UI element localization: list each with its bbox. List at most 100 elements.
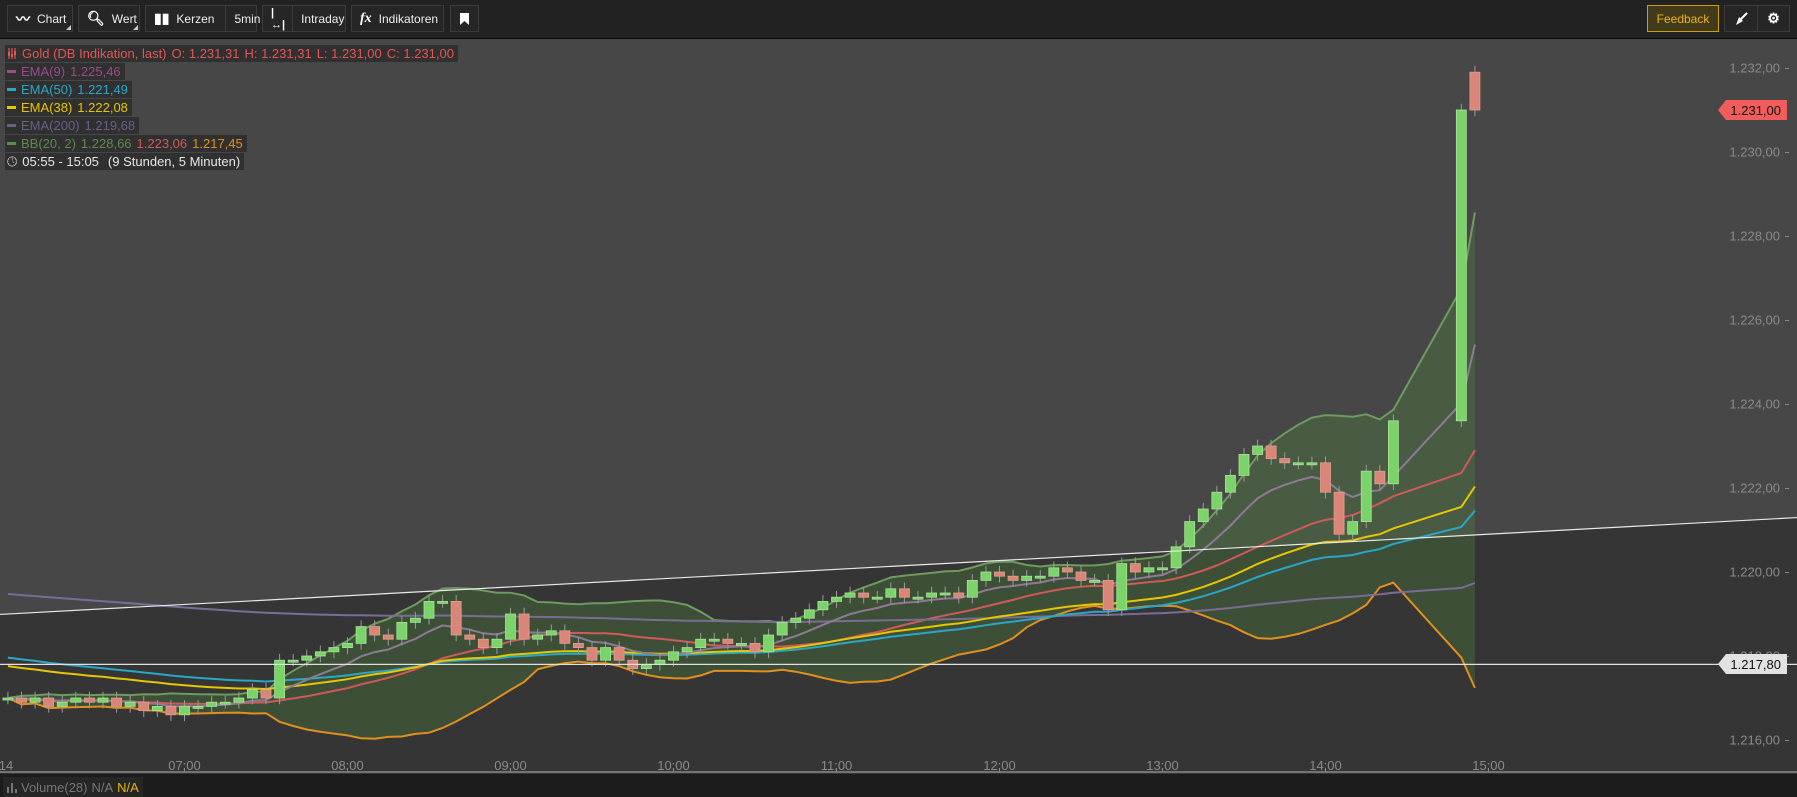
candle xyxy=(776,622,788,636)
ema9-swatch xyxy=(7,70,16,73)
bb-lower-value: 1.217,45 xyxy=(192,136,243,151)
range-button[interactable]: |↔| Intraday xyxy=(262,5,346,32)
indikatoren-button[interactable]: fx Indikatoren xyxy=(351,5,444,32)
candle xyxy=(396,622,408,640)
wert-label: Wert xyxy=(111,11,137,26)
candle xyxy=(1184,521,1196,548)
candle xyxy=(369,626,381,636)
candle xyxy=(1143,567,1155,573)
price-axis-tick xyxy=(1785,404,1789,405)
settings-button[interactable]: ⚙ xyxy=(1757,5,1790,32)
indikatoren-label: Indikatoren xyxy=(378,11,439,26)
time-axis-label: 09:00 xyxy=(494,758,527,773)
candle xyxy=(219,701,231,705)
chart-type-button[interactable]: 〰 Chart xyxy=(7,5,73,32)
ema50-swatch xyxy=(7,88,16,91)
candle xyxy=(613,647,625,661)
candle xyxy=(138,701,150,712)
kerzen-label: Kerzen xyxy=(176,11,215,26)
candle xyxy=(1129,563,1141,573)
intraday-button[interactable]: Intraday xyxy=(292,6,352,31)
candle xyxy=(97,697,109,703)
candle xyxy=(1197,508,1209,522)
candle xyxy=(912,596,924,600)
clear-drawings-button[interactable] xyxy=(1724,5,1758,32)
candle xyxy=(668,651,679,661)
candle xyxy=(1048,567,1060,577)
candle xyxy=(885,588,897,598)
candle xyxy=(1170,546,1182,569)
bookmark-button[interactable] xyxy=(450,5,479,32)
time-axis-label: 14:00 xyxy=(1309,758,1342,773)
candle xyxy=(1116,563,1128,611)
volume-label: Volume(28) xyxy=(21,779,88,795)
legend-bb[interactable]: BB(20, 2) 1.228,66 1.223,06 1.217,45 xyxy=(5,135,247,152)
candle xyxy=(573,643,584,649)
candle xyxy=(708,638,720,642)
gear-icon: ⚙ xyxy=(1767,10,1780,26)
candle xyxy=(1333,491,1345,535)
fx-icon: fx xyxy=(360,10,372,26)
candle xyxy=(681,647,693,653)
candle xyxy=(382,634,394,640)
candle xyxy=(899,588,910,598)
volume-legend: Volume(28) N/A N/A xyxy=(3,777,143,797)
candle xyxy=(736,643,747,646)
time-axis-label: 14 xyxy=(0,758,14,773)
candle xyxy=(287,659,299,663)
candle xyxy=(1469,71,1481,111)
candle xyxy=(994,571,1005,577)
candle xyxy=(124,701,136,707)
candle xyxy=(1360,470,1372,523)
candle xyxy=(1007,575,1019,581)
time-axis-label: 07:00 xyxy=(168,758,201,773)
toolbar: 〰 Chart 🔍︎ Wert ▮▮ Kerzen 5min |↔| Intra… xyxy=(0,0,1797,39)
candle xyxy=(233,697,245,703)
candle xyxy=(314,651,326,657)
time-axis-label: 08:00 xyxy=(331,758,364,773)
wert-button[interactable]: 🔍︎ Wert xyxy=(78,5,140,32)
time-axis-label: 15:00 xyxy=(1472,758,1505,773)
legend-ema200[interactable]: EMA(200) 1.219,68 xyxy=(5,117,140,134)
channel-upper-area xyxy=(0,39,1797,615)
candle xyxy=(355,626,367,644)
candle xyxy=(1374,470,1386,485)
price-axis-label: 1.216,00 xyxy=(1729,732,1780,748)
instrument-name: Gold (DB Indikation, last) xyxy=(22,46,167,61)
candle xyxy=(328,647,340,653)
legend-ema9[interactable]: EMA(9) 1.225,46 xyxy=(5,63,125,80)
price-axis-tick xyxy=(1785,572,1789,573)
candle xyxy=(342,643,353,649)
search-icon: 🔍︎ xyxy=(87,10,105,26)
bb-label: BB(20, 2) xyxy=(21,136,76,151)
ema38-label: EMA(38) xyxy=(21,100,73,115)
bookmark-icon xyxy=(460,12,469,25)
horizontal-line-tag[interactable]: 1.217,80 xyxy=(1718,654,1787,675)
candle xyxy=(260,689,272,699)
feedback-button[interactable]: Feedback xyxy=(1647,5,1719,32)
candle xyxy=(16,697,27,703)
ema200-label: EMA(200) xyxy=(21,118,80,133)
legend-ema38[interactable]: EMA(38) 1.222,08 xyxy=(5,99,132,116)
candle xyxy=(722,638,734,644)
candle xyxy=(1102,580,1114,611)
candle xyxy=(192,706,204,709)
price-chart[interactable] xyxy=(0,39,1797,774)
candle xyxy=(926,592,937,598)
price-axis-label: 1.232,00 xyxy=(1729,60,1780,76)
bb-middle-value: 1.223,06 xyxy=(136,136,188,151)
candle xyxy=(545,630,557,636)
candle xyxy=(790,617,802,623)
price-axis-tick xyxy=(1785,320,1789,321)
ema38-value: 1.222,08 xyxy=(77,100,128,115)
candle xyxy=(247,689,258,699)
candle xyxy=(56,701,68,707)
legend-ema50[interactable]: EMA(50) 1.221,49 xyxy=(5,81,132,98)
duration-value: (9 Stunden, 5 Minuten) xyxy=(107,154,241,169)
candle xyxy=(29,697,41,703)
candle-type-button[interactable]: ▮▮ Kerzen 5min xyxy=(145,5,260,32)
open-value: O: 1.231,31 xyxy=(171,46,240,61)
legend-instrument: Gold (DB Indikation, last) O: 1.231,31 H… xyxy=(5,45,458,62)
candle xyxy=(1034,575,1046,579)
price-axis-label: 1.226,00 xyxy=(1729,312,1780,328)
